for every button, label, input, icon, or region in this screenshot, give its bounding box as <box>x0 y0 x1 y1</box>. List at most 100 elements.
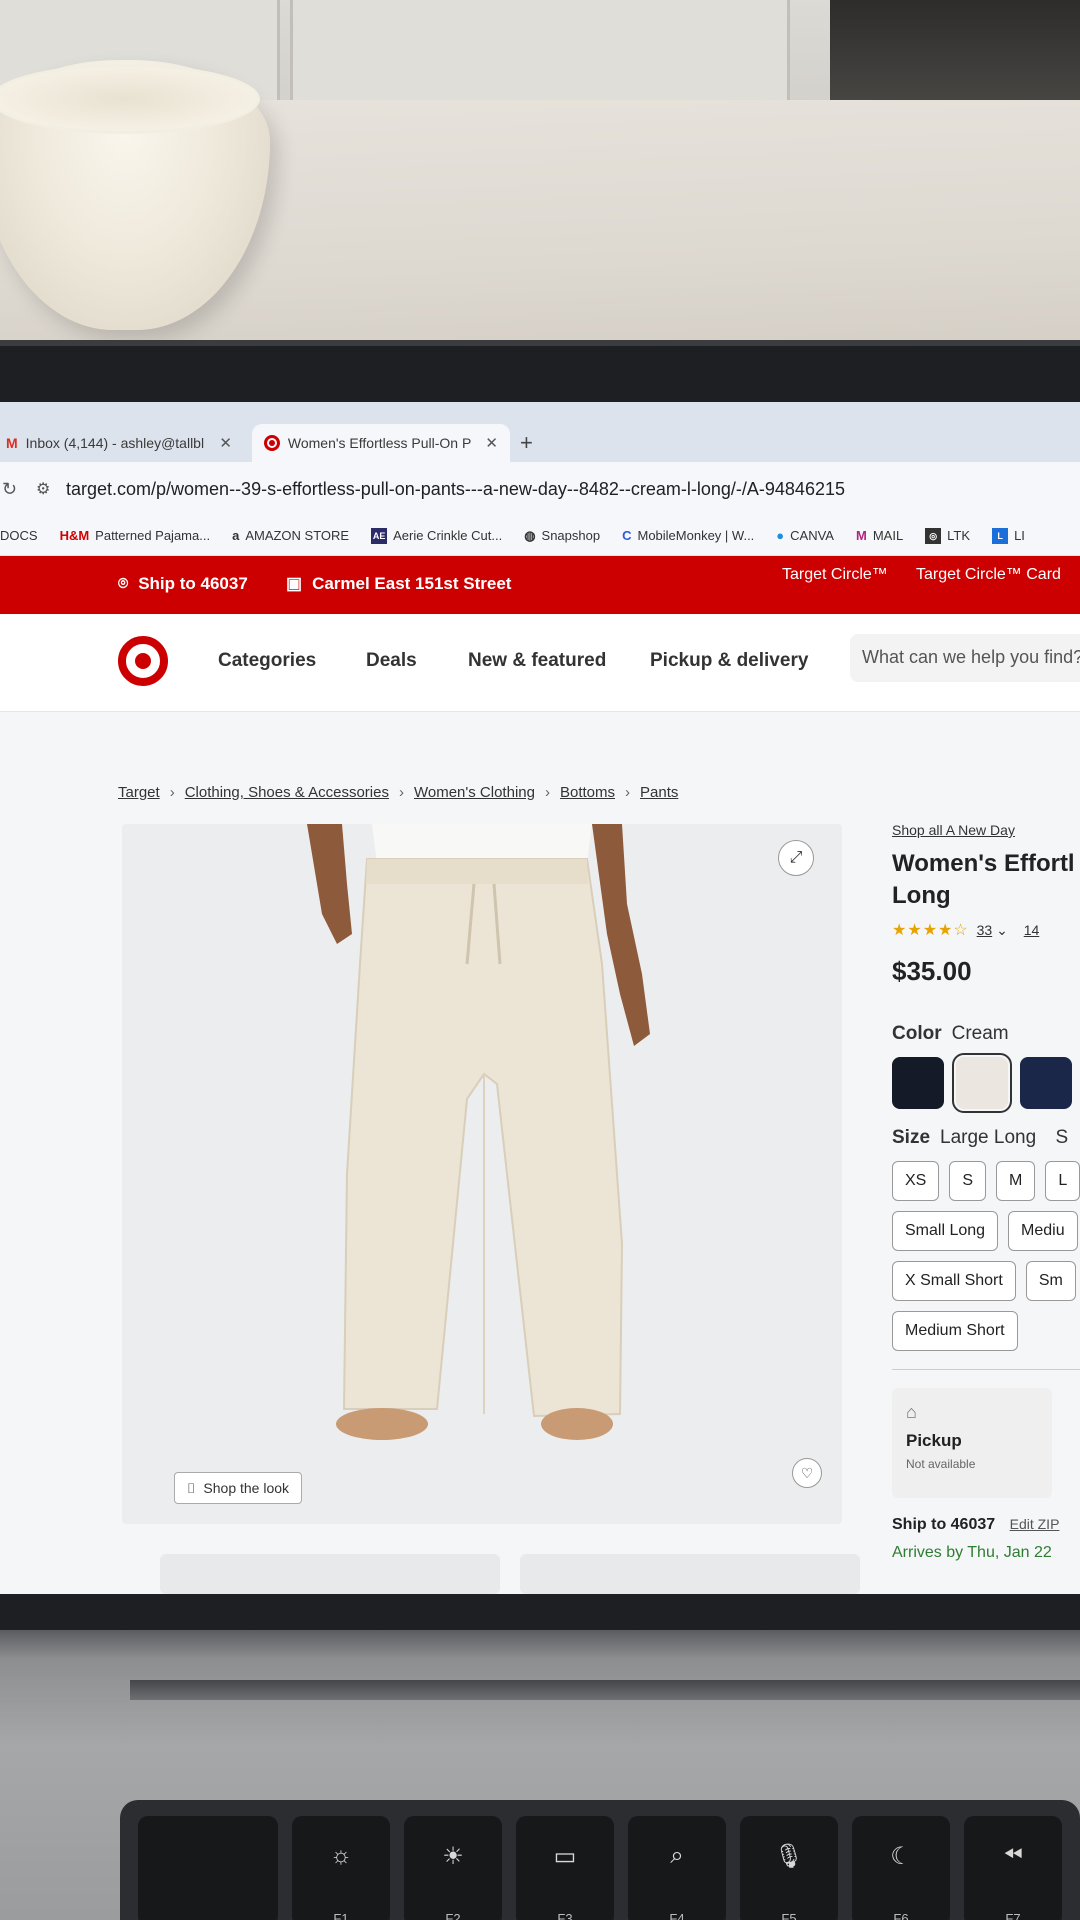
pickup-label: Pickup <box>906 1431 962 1450</box>
breadcrumb: Target › Clothing, Shoes & Accessories ›… <box>118 784 678 801</box>
size-option[interactable]: Medium Short <box>892 1311 1018 1351</box>
nav-categories[interactable]: Categories <box>218 650 316 672</box>
bookmark-ltk[interactable]: ◎ LTK <box>925 527 970 544</box>
url-field[interactable]: target.com/p/women--39-s-effortless-pull… <box>66 479 845 500</box>
thumbnail[interactable] <box>160 1554 500 1594</box>
search-input[interactable]: What can we help you find? <box>850 634 1080 682</box>
tab-gmail[interactable]: M Inbox (4,144) - ashley@tallbl ✕ <box>0 424 244 462</box>
arrival-estimate: Arrives by Thu, Jan 22 <box>892 1544 1052 1561</box>
favorite-heart-icon[interactable]: ♡ <box>792 1458 822 1488</box>
bookmark-mobilemonkey[interactable]: C MobileMonkey | W... <box>622 528 754 543</box>
chevron-right-icon: › <box>544 784 550 801</box>
product-details-panel: Shop all A New Day Women's Effortl Long … <box>892 822 1080 1562</box>
bookmark-docs[interactable]: DOCS <box>0 528 38 543</box>
bookmark-patterned-pajama[interactable]: H&M Patterned Pajama... <box>60 528 211 543</box>
key-esc[interactable] <box>138 1816 278 1920</box>
product-price: $35.00 <box>892 956 972 986</box>
key-f4[interactable]: ⌕ F4 <box>628 1816 726 1920</box>
amazon-icon: a <box>232 528 240 543</box>
rating-row[interactable]: ★★★★☆ 33 ⌄ 14 <box>892 920 1080 940</box>
thumbnail[interactable] <box>520 1554 860 1594</box>
canva-icon: ● <box>776 528 785 543</box>
tab-label: Women's Effortless Pull-On P <box>287 435 472 451</box>
target-nav: Categories Deals New & featured Pickup &… <box>0 614 1080 712</box>
size-option[interactable]: Sm <box>1025 1261 1076 1301</box>
mission-control-icon: ▭ <box>553 1843 577 1870</box>
laptop-screen: M Inbox (4,144) - ashley@tallbl ✕ Women'… <box>0 402 1080 1594</box>
bookmark-mail[interactable]: M MAIL <box>856 528 903 543</box>
key-f6[interactable]: ☾ F6 <box>852 1816 950 1920</box>
key-f1[interactable]: ☼ F1 <box>292 1816 390 1920</box>
product-photo <box>307 824 650 1440</box>
chevron-down-icon[interactable]: ⌄ <box>996 922 1008 938</box>
pickup-option[interactable]: ⌂ Pickup Not available <box>892 1388 1052 1498</box>
hm-icon: H&M <box>59 528 90 543</box>
new-tab-icon[interactable]: + <box>520 430 533 456</box>
breadcrumb-clothing[interactable]: Clothing, Shoes & Accessories <box>185 784 389 801</box>
bookmark-aerie[interactable]: AE Aerie Crinkle Cut... <box>371 527 502 544</box>
size-option[interactable]: Mediu <box>1008 1211 1078 1251</box>
breadcrumb-pants[interactable]: Pants <box>640 784 678 801</box>
li-icon: L <box>992 527 1009 544</box>
bookmark-snapshop[interactable]: ◍ Snapshop <box>524 528 600 544</box>
tab-label: Inbox (4,144) - ashley@tallbl <box>25 435 205 451</box>
ship-to-link[interactable]: ⌾ Ship to 46037 <box>118 574 248 594</box>
key-f5[interactable]: 🎙︎ F5 <box>740 1816 838 1920</box>
store-icon: ⌂ <box>906 1402 917 1422</box>
extra-count[interactable]: 14 <box>1024 922 1040 938</box>
nav-new-featured[interactable]: New & featured <box>468 650 606 672</box>
key-f3[interactable]: ▭ F3 <box>516 1816 614 1920</box>
tab-target[interactable]: Women's Effortless Pull-On P ✕ <box>252 424 510 462</box>
color-swatches <box>892 1053 1080 1113</box>
breadcrumb-bottoms[interactable]: Bottoms <box>560 784 615 801</box>
size-option[interactable]: X Small Short <box>892 1261 1016 1301</box>
aerie-icon: AE <box>371 527 388 544</box>
bookmarks-bar: DOCS H&M Patterned Pajama... a AMAZON STOR… <box>0 516 1080 556</box>
gmail-icon: M <box>6 435 18 451</box>
size-option[interactable]: M <box>996 1161 1036 1201</box>
key-f7[interactable]: ⏪︎ F7 <box>964 1816 1062 1920</box>
key-f2[interactable]: ☀ F2 <box>404 1816 502 1920</box>
target-logo[interactable] <box>118 636 168 686</box>
bookmark-li[interactable]: L LI <box>992 527 1025 544</box>
review-count[interactable]: 33 <box>977 922 993 938</box>
site-settings-icon[interactable]: ⚙ <box>36 479 66 499</box>
store-link[interactable]: ▣ Carmel East 151st Street <box>286 574 511 594</box>
bookmark-amazon-store[interactable]: a AMAZON STORE <box>232 528 349 543</box>
size-option[interactable]: Small Long <box>892 1211 999 1251</box>
bowl-rim <box>0 64 260 134</box>
size-option[interactable]: XS <box>892 1161 940 1201</box>
target-circle-card-link[interactable]: Target Circle™ Card <box>916 566 1061 584</box>
color-swatch-black[interactable] <box>892 1057 944 1109</box>
ship-row: Ship to 46037 Edit ZIP <box>892 1516 1060 1533</box>
reload-icon[interactable]: ↻ <box>2 479 36 500</box>
close-icon[interactable]: ✕ <box>219 434 232 452</box>
size-option[interactable]: S <box>949 1161 987 1201</box>
nav-pickup-delivery[interactable]: Pickup & delivery <box>650 650 808 672</box>
brightness-up-icon: ☀ <box>442 1843 464 1870</box>
chevron-right-icon: › <box>625 784 630 801</box>
target-icon <box>264 435 280 451</box>
color-swatch-navy[interactable] <box>1020 1057 1072 1109</box>
nav-deals[interactable]: Deals <box>366 650 417 672</box>
breadcrumb-target[interactable]: Target <box>118 784 160 801</box>
target-circle-link[interactable]: Target Circle™ <box>782 566 888 584</box>
color-swatch-cream[interactable] <box>952 1053 1012 1113</box>
breadcrumb-womens-clothing[interactable]: Women's Clothing <box>414 784 535 801</box>
shop-the-look-button[interactable]: ⌷ Shop the look <box>174 1472 303 1504</box>
expand-icon[interactable]: ⤢ <box>778 840 814 876</box>
shop-all-link[interactable]: Shop all A New Day <box>892 822 1080 838</box>
size-option[interactable]: L <box>1045 1161 1080 1201</box>
edit-zip-link[interactable]: Edit ZIP <box>1010 1516 1060 1532</box>
globe-icon: ◍ <box>524 527 536 543</box>
shopping-bag-icon: ⌷ <box>187 1479 196 1496</box>
moon-icon: ☾ <box>890 1843 912 1870</box>
close-icon[interactable]: ✕ <box>485 434 498 452</box>
brightness-down-icon: ☼ <box>330 1842 352 1869</box>
bookmark-canva[interactable]: ● CANVA <box>776 528 834 543</box>
size-row: Size Large Long S <box>892 1127 1069 1148</box>
store-icon: ▣ <box>286 574 303 593</box>
rewind-icon: ⏪︎ <box>1003 1842 1023 1869</box>
product-image[interactable]: ⤢ ♡ ⌷ Shop the look <box>122 824 842 1524</box>
size-options: XS S M L Small Long Mediu X Small Short … <box>892 1161 1080 1351</box>
